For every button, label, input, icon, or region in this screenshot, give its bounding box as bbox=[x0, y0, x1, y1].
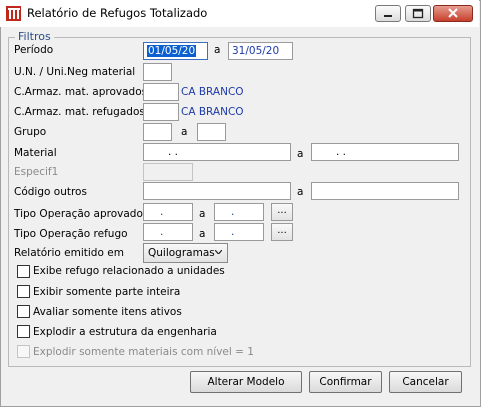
tipo-op-refugo-from-input[interactable]: . bbox=[143, 223, 193, 241]
grupo-separator: a bbox=[181, 126, 188, 138]
tipo-op-refugo-to-input[interactable]: . bbox=[214, 223, 264, 241]
tipo-op-refugo-lookup-button[interactable]: ... bbox=[271, 223, 293, 241]
grupo-from-input[interactable] bbox=[143, 123, 172, 141]
armaz-aprov-desc: CA BRANCO bbox=[181, 86, 244, 98]
close-button[interactable] bbox=[433, 5, 473, 22]
option-label-1: Exibe refugo relacionado a unidades bbox=[33, 265, 225, 277]
material-from-input[interactable]: . . bbox=[143, 143, 291, 161]
un-label: U.N. / Uni.Neg material bbox=[14, 66, 136, 78]
tipo-op-refugo-label: Tipo Operação refugo bbox=[14, 228, 128, 240]
codigo-outros-from-input[interactable] bbox=[143, 182, 291, 200]
minimize-icon bbox=[384, 15, 392, 17]
armaz-refug-label: C.Armaz. mat. refugados bbox=[14, 106, 145, 118]
armaz-refug-desc: CA BRANCO bbox=[181, 106, 244, 118]
tipo-op-aprov-separator: a bbox=[199, 208, 206, 220]
option-checkbox-3[interactable] bbox=[17, 305, 30, 318]
option-checkbox-4[interactable] bbox=[17, 325, 30, 338]
maximize-button[interactable] bbox=[405, 5, 431, 22]
grupo-label: Grupo bbox=[14, 126, 47, 138]
codigo-outros-separator: a bbox=[297, 186, 304, 198]
minimize-button[interactable] bbox=[375, 5, 401, 22]
tipo-op-refugo-separator: a bbox=[199, 228, 206, 240]
maximize-icon bbox=[412, 8, 424, 19]
material-label: Material bbox=[14, 147, 57, 159]
codigo-outros-to-input[interactable] bbox=[311, 182, 459, 200]
periodo-label: Período bbox=[14, 44, 54, 56]
confirmar-label: Confirmar bbox=[319, 376, 372, 388]
option-label-2: Exibir somente parte inteira bbox=[33, 286, 181, 298]
confirmar-button[interactable]: Confirmar bbox=[309, 371, 382, 393]
armaz-refug-input[interactable] bbox=[143, 103, 179, 121]
armaz-aprov-input[interactable] bbox=[143, 83, 179, 101]
periodo-from-input[interactable]: 01/05/20 bbox=[143, 42, 208, 60]
un-input[interactable] bbox=[143, 63, 172, 81]
periodo-from-value: 01/05/20 bbox=[147, 45, 197, 57]
tipo-op-aprov-from-input[interactable]: . bbox=[143, 203, 193, 221]
alterar-modelo-button[interactable]: Alterar Modelo bbox=[190, 371, 302, 393]
title-bar[interactable]: Relatório de Refugos Totalizado bbox=[0, 0, 479, 27]
option-checkbox-1[interactable] bbox=[17, 265, 30, 278]
material-to-input[interactable]: . . bbox=[311, 143, 459, 161]
option-checkbox-2[interactable] bbox=[17, 285, 30, 298]
grupo-to-input[interactable] bbox=[197, 123, 226, 141]
armaz-aprov-label: C.Armaz. mat. aprovados bbox=[14, 86, 148, 98]
alterar-modelo-label: Alterar Modelo bbox=[207, 376, 285, 388]
option-label-3: Avaliar somente itens ativos bbox=[33, 306, 182, 318]
periodo-to-input[interactable]: 31/05/20 bbox=[228, 42, 293, 60]
close-icon bbox=[448, 8, 458, 18]
relatorio-em-select[interactable]: Quilogramas bbox=[143, 243, 228, 263]
window-title: Relatório de Refugos Totalizado bbox=[27, 6, 208, 20]
relatorio-em-label: Relatório emitido em bbox=[14, 247, 124, 259]
especif1-input bbox=[143, 163, 193, 181]
report-icon bbox=[6, 6, 21, 21]
codigo-outros-label: Código outros bbox=[14, 186, 87, 198]
chevron-down-icon bbox=[215, 250, 222, 254]
tipo-op-aprov-lookup-button[interactable]: ... bbox=[271, 203, 293, 221]
especif1-label: Especif1 bbox=[14, 166, 59, 178]
tipo-op-aprov-to-input[interactable]: . bbox=[214, 203, 264, 221]
material-separator: a bbox=[297, 148, 304, 160]
option-label-5: Explodir somente materiais com nível = 1 bbox=[33, 346, 254, 358]
periodo-separator: a bbox=[214, 44, 221, 56]
cancelar-button[interactable]: Cancelar bbox=[389, 371, 462, 393]
relatorio-em-value: Quilogramas bbox=[148, 247, 215, 259]
filters-legend: Filtros bbox=[15, 30, 54, 43]
option-checkbox-5 bbox=[17, 345, 30, 358]
cancelar-label: Cancelar bbox=[402, 376, 449, 388]
tipo-op-aprov-label: Tipo Operação aprovado bbox=[14, 208, 143, 220]
option-label-4: Explodir a estrutura da engenharia bbox=[33, 326, 217, 338]
